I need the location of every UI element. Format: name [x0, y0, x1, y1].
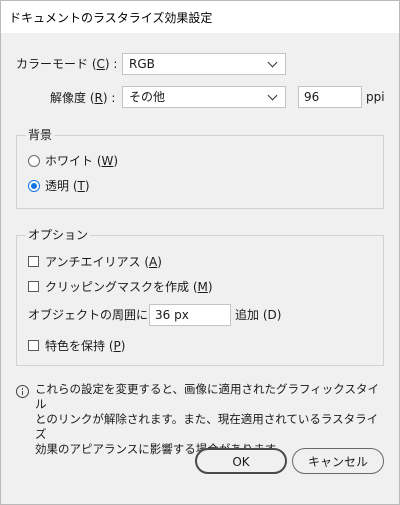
- radio-white[interactable]: [28, 155, 40, 167]
- cancel-button[interactable]: キャンセル: [292, 448, 384, 474]
- antialias-checkbox[interactable]: [28, 256, 39, 267]
- spot-colors-checkbox[interactable]: [28, 340, 39, 351]
- info-line: これらの設定を変更すると、画像に適用されたグラフィックスタイル: [35, 382, 379, 411]
- chevron-down-icon: [267, 91, 279, 103]
- color-mode-value: RGB: [129, 57, 155, 71]
- info-line: とのリンクが解除されます。また、現在適用されているラスタライズ: [35, 412, 379, 441]
- info-text: これらの設定を変更すると、画像に適用されたグラフィックスタイル とのリンクが解除…: [35, 382, 385, 457]
- resolution-value: その他: [129, 90, 166, 104]
- clipping-mask-checkbox[interactable]: [28, 281, 39, 292]
- radio-white-label[interactable]: ホワイト (W): [45, 153, 118, 169]
- title-bar: ドキュメントのラスタライズ効果設定: [1, 1, 399, 33]
- spot-colors-label[interactable]: 特色を保持 (P): [45, 338, 125, 354]
- background-group: [16, 135, 384, 209]
- resolution-select[interactable]: その他: [122, 86, 286, 108]
- padding-input[interactable]: [149, 304, 231, 326]
- padding-label: オブジェクトの周囲に: [28, 308, 149, 322]
- chevron-down-icon: [267, 58, 279, 70]
- window-title: ドキュメントのラスタライズ効果設定: [9, 11, 213, 25]
- color-mode-label: カラーモード (C) :: [16, 57, 118, 71]
- ppi-input[interactable]: [298, 86, 362, 108]
- ok-button[interactable]: OK: [195, 448, 287, 474]
- color-mode-select[interactable]: RGB: [122, 53, 286, 75]
- background-group-title: 背景: [26, 127, 55, 143]
- radio-transparent-label[interactable]: 透明 (T): [45, 178, 90, 194]
- options-group-title: オプション: [26, 227, 91, 243]
- clipping-mask-label[interactable]: クリッピングマスクを作成 (M): [45, 279, 213, 295]
- antialias-label[interactable]: アンチエイリアス (A): [45, 254, 162, 270]
- resolution-label: 解像度 (R) :: [50, 91, 116, 105]
- ppi-unit: ppi: [366, 90, 385, 104]
- info-icon: [16, 385, 29, 398]
- radio-transparent[interactable]: [28, 180, 40, 192]
- padding-suffix: 追加 (D): [235, 308, 282, 322]
